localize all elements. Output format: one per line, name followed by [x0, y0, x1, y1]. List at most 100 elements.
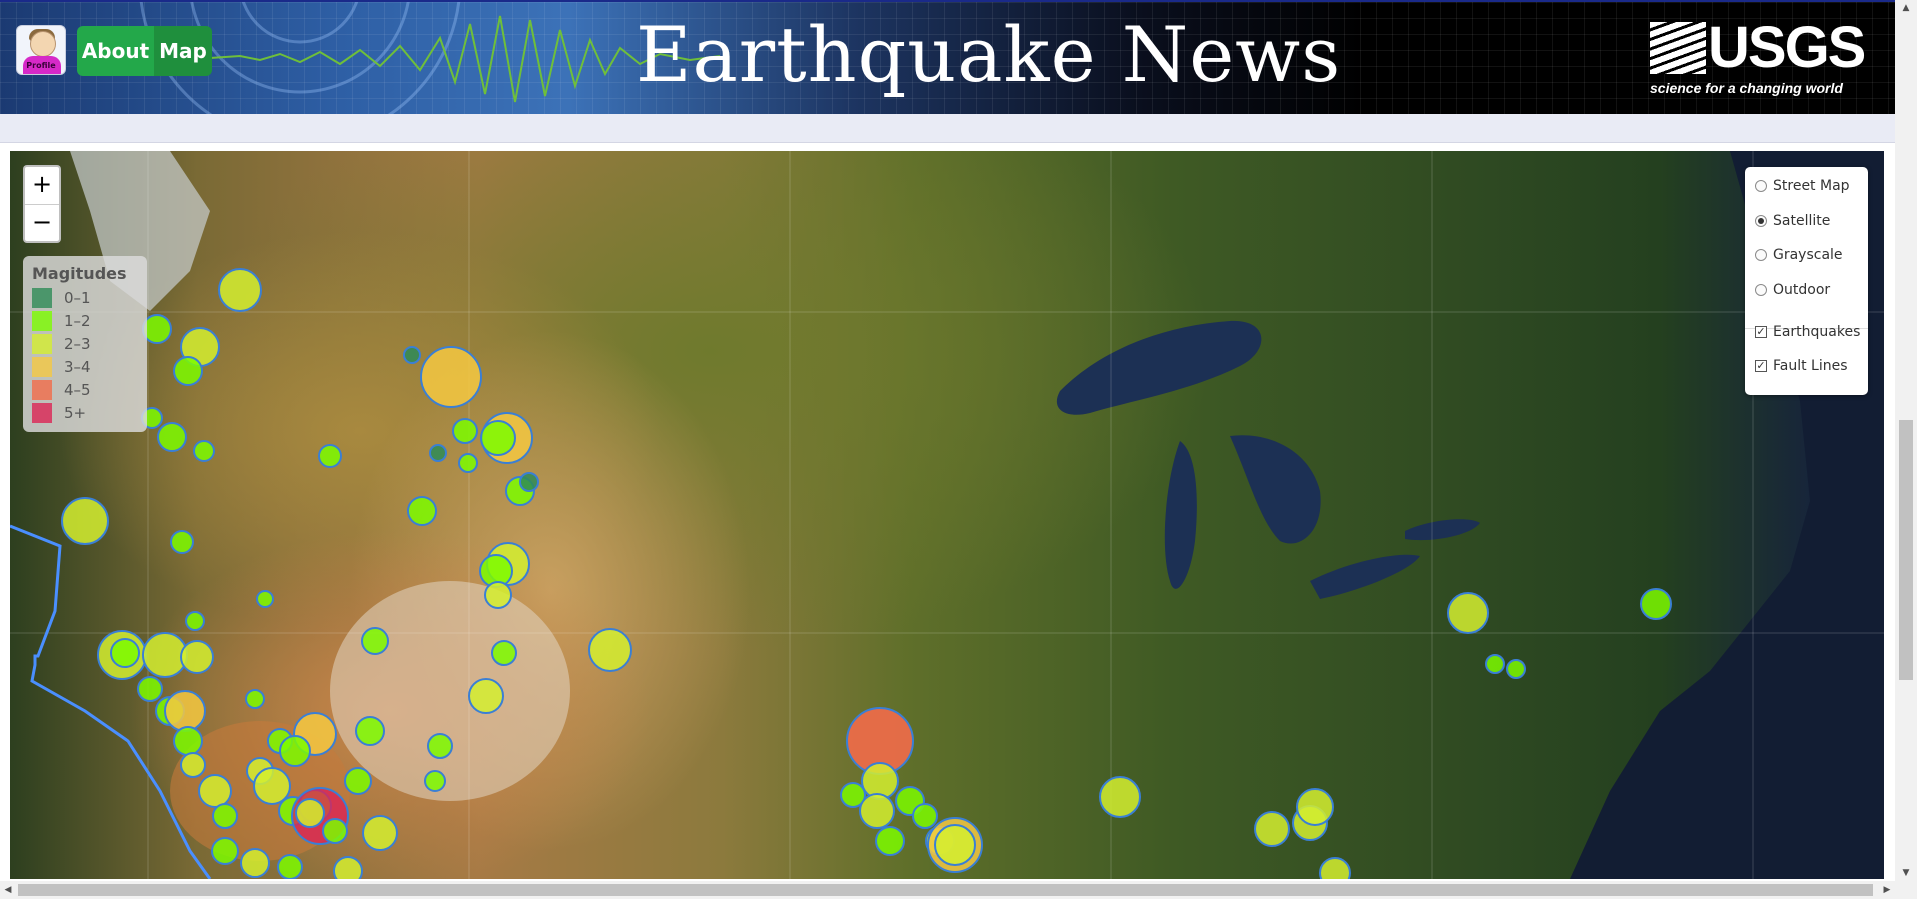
- layer-label: Outdoor: [1773, 282, 1831, 298]
- vertical-scrollbar[interactable]: ▲ ▼: [1895, 0, 1917, 881]
- earthquake-marker[interactable]: [245, 689, 265, 709]
- earthquake-marker[interactable]: [1506, 659, 1526, 679]
- legend-item: 1–2: [32, 309, 138, 332]
- scroll-down-icon[interactable]: ▼: [1895, 865, 1917, 881]
- legend-label: 0–1: [64, 288, 91, 307]
- earthquake-marker[interactable]: [519, 472, 539, 492]
- nav-map-button[interactable]: Map: [154, 26, 212, 76]
- map-layer: [10, 151, 1884, 879]
- vertical-scroll-thumb[interactable]: [1899, 420, 1913, 680]
- profile-label: Profile: [26, 61, 56, 70]
- earthquake-marker[interactable]: [157, 422, 187, 452]
- radio-icon[interactable]: [1755, 249, 1767, 261]
- earthquake-marker[interactable]: [212, 803, 238, 829]
- earthquake-marker[interactable]: [875, 826, 905, 856]
- earthquake-marker[interactable]: [480, 420, 516, 456]
- earthquake-marker[interactable]: [912, 803, 938, 829]
- earthquake-marker[interactable]: [211, 837, 239, 865]
- legend-swatch: [32, 333, 52, 354]
- overlay-earthquakes[interactable]: ✓ Earthquakes: [1755, 322, 1860, 342]
- earthquake-marker[interactable]: [173, 356, 203, 386]
- earthquake-marker[interactable]: [218, 268, 262, 312]
- earthquake-marker[interactable]: [1296, 788, 1334, 826]
- earthquake-marker[interactable]: [1099, 776, 1141, 818]
- layer-satellite[interactable]: Satellite: [1755, 211, 1830, 231]
- nav-about-button[interactable]: About: [77, 26, 154, 76]
- earthquake-marker[interactable]: [427, 733, 453, 759]
- earthquake-marker[interactable]: [934, 824, 976, 866]
- profile-avatar-button[interactable]: Profile: [16, 25, 66, 75]
- legend-item: 5+: [32, 401, 138, 424]
- lake-michigan: [1164, 441, 1197, 589]
- legend-swatch: [32, 310, 52, 331]
- layer-outdoor[interactable]: Outdoor: [1755, 280, 1830, 300]
- legend-swatch: [32, 287, 52, 308]
- earthquake-marker[interactable]: [318, 444, 342, 468]
- earthquake-marker[interactable]: [452, 418, 478, 444]
- scroll-left-icon[interactable]: ◀: [0, 881, 16, 899]
- earthquake-marker[interactable]: [240, 848, 270, 878]
- legend-label: 4–5: [64, 380, 91, 399]
- layer-street-map[interactable]: Street Map: [1755, 176, 1850, 196]
- earthquake-marker[interactable]: [180, 752, 206, 778]
- legend-label: 1–2: [64, 311, 91, 330]
- earthquake-marker[interactable]: [137, 676, 163, 702]
- earthquake-marker[interactable]: [170, 530, 194, 554]
- earthquake-marker[interactable]: [468, 678, 504, 714]
- earthquake-marker[interactable]: [407, 496, 437, 526]
- earthquake-marker[interactable]: [1319, 857, 1351, 879]
- earthquake-marker[interactable]: [1254, 811, 1290, 847]
- zoom-in-button[interactable]: +: [25, 167, 59, 205]
- overlay-fault-lines[interactable]: ✓ Fault Lines: [1755, 356, 1848, 376]
- usgs-logo[interactable]: USGS science for a changing world: [1650, 15, 1870, 100]
- earthquake-marker[interactable]: [295, 798, 325, 828]
- earthquake-marker[interactable]: [322, 818, 348, 844]
- earthquake-marker[interactable]: [333, 856, 363, 879]
- scroll-right-icon[interactable]: ▶: [1879, 881, 1895, 899]
- earthquake-marker[interactable]: [279, 735, 311, 767]
- earthquake-marker[interactable]: [1640, 588, 1672, 620]
- earthquake-marker[interactable]: [185, 611, 205, 631]
- earthquake-marker[interactable]: [142, 314, 172, 344]
- zoom-out-button[interactable]: −: [25, 205, 59, 242]
- earthquake-marker[interactable]: [429, 444, 447, 462]
- earthquake-marker[interactable]: [361, 627, 389, 655]
- horizontal-scrollbar[interactable]: ◀ ▶: [0, 881, 1917, 899]
- earthquake-marker[interactable]: [110, 638, 140, 668]
- earthquake-marker[interactable]: [277, 854, 303, 879]
- radio-selected-icon[interactable]: [1755, 215, 1767, 227]
- legend-swatch: [32, 402, 52, 423]
- earthquake-marker[interactable]: [256, 590, 274, 608]
- earthquake-marker[interactable]: [173, 726, 203, 756]
- earthquake-map[interactable]: + − Magitudes 0–1 1–2 2–3 3–4 4–5 5+ Str…: [10, 151, 1884, 879]
- layer-label: Satellite: [1773, 213, 1831, 229]
- earthquake-marker[interactable]: [859, 793, 895, 829]
- layer-grayscale[interactable]: Grayscale: [1755, 245, 1843, 265]
- horizontal-scroll-thumb[interactable]: [18, 884, 1873, 896]
- earthquake-marker[interactable]: [193, 440, 215, 462]
- lake-ontario: [1405, 519, 1480, 541]
- checkbox-checked-icon[interactable]: ✓: [1755, 326, 1767, 338]
- scroll-up-icon[interactable]: ▲: [1895, 0, 1917, 16]
- checkbox-checked-icon[interactable]: ✓: [1755, 360, 1767, 372]
- earthquake-marker[interactable]: [403, 346, 421, 364]
- earthquake-marker[interactable]: [355, 716, 385, 746]
- earthquake-marker[interactable]: [491, 640, 517, 666]
- earthquake-marker[interactable]: [484, 581, 512, 609]
- earthquake-marker[interactable]: [362, 815, 398, 851]
- earthquake-marker[interactable]: [61, 497, 109, 545]
- earthquake-marker[interactable]: [1447, 592, 1489, 634]
- radio-icon[interactable]: [1755, 180, 1767, 192]
- legend-label: 5+: [64, 403, 87, 422]
- earthquake-marker[interactable]: [420, 346, 482, 408]
- radio-icon[interactable]: [1755, 284, 1767, 296]
- legend-item: 3–4: [32, 355, 138, 378]
- earthquake-marker[interactable]: [164, 690, 206, 732]
- earthquake-marker[interactable]: [424, 770, 446, 792]
- earthquake-marker[interactable]: [344, 767, 372, 795]
- earthquake-marker[interactable]: [588, 628, 632, 672]
- earthquake-marker[interactable]: [180, 640, 214, 674]
- earthquake-marker[interactable]: [198, 774, 232, 808]
- earthquake-marker[interactable]: [1485, 654, 1505, 674]
- earthquake-marker[interactable]: [458, 453, 478, 473]
